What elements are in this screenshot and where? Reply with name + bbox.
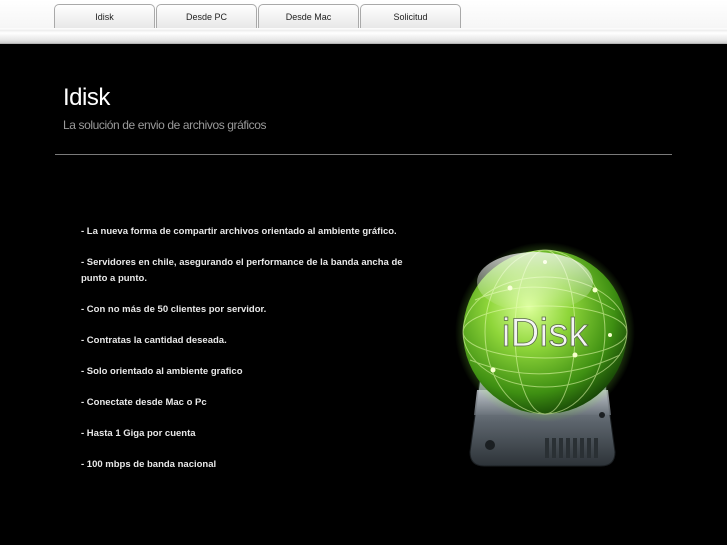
feature-item: - Solo orientado al ambiente grafico [81,366,243,377]
feature-item: - Hasta 1 Giga por cuenta [81,428,196,439]
feature-list: - La nueva forma de compartir archivos o… [81,224,431,488]
feature-item: - Servidores en chile, asegurando el per… [81,257,403,284]
feature-item: - 100 mbps de banda nacional [81,459,217,470]
feature-item: - Conectate desde Mac o Pc [81,397,207,408]
feature-item: - Con no más de 50 clientes por servidor… [81,304,267,315]
nav-tabs: Idisk Desde PC Desde Mac Solicitud [54,4,462,28]
tab-desde-mac[interactable]: Desde Mac [258,4,359,28]
tab-desde-pc[interactable]: Desde PC [156,4,257,28]
top-nav-bar: Idisk Desde PC Desde Mac Solicitud [0,0,727,44]
feature-item: - Contratas la cantidad deseada. [81,335,227,346]
tab-idisk[interactable]: Idisk [54,4,155,28]
page-subtitle: La solución de envio de archivos gráfico… [63,118,267,132]
header-divider [55,154,672,155]
main-content: Idisk La solución de envio de archivos g… [0,44,727,545]
idisk-logo-text: iDisk [502,311,590,355]
idisk-globe-drive-icon: iDisk [455,242,635,467]
page-title: Idisk [63,84,110,111]
feature-item: - La nueva forma de compartir archivos o… [81,226,397,237]
tab-solicitud[interactable]: Solicitud [360,4,461,28]
